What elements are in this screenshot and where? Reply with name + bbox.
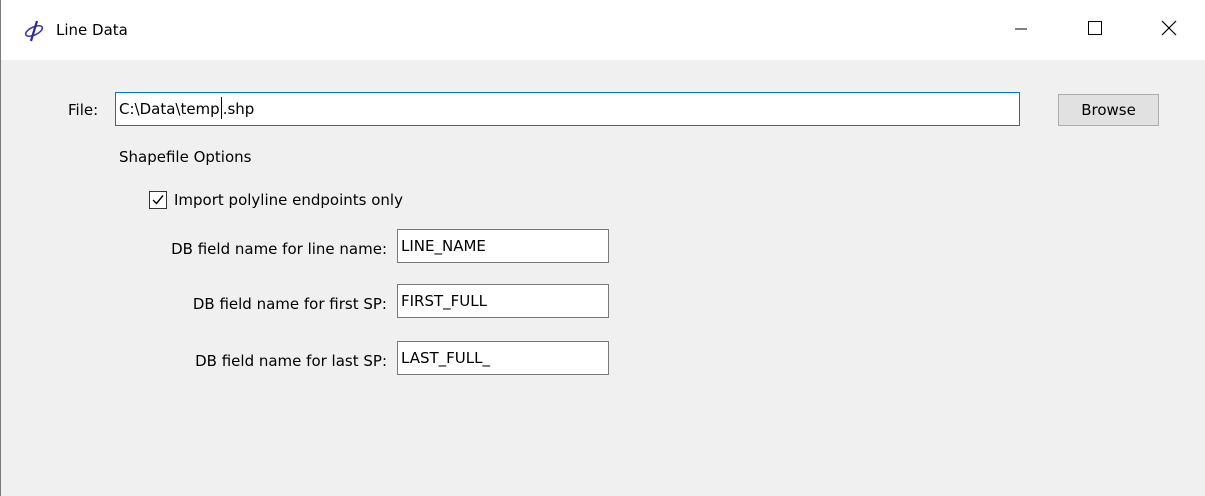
- last-sp-field-input[interactable]: LAST_FULL_: [397, 341, 609, 375]
- close-button[interactable]: [1141, 0, 1197, 60]
- shapefile-options-heading: Shapefile Options: [119, 148, 252, 166]
- file-path-text-before-caret: C:\Data\temp: [119, 100, 220, 118]
- first-sp-field-input[interactable]: FIRST_FULL: [397, 284, 609, 318]
- app-icon: [23, 20, 45, 42]
- import-endpoints-checkbox[interactable]: [149, 191, 167, 209]
- line-name-field-input[interactable]: LINE_NAME: [397, 229, 609, 263]
- file-path-input[interactable]: C:\Data\temp .shp: [115, 92, 1020, 126]
- line-name-field-label: DB field name for line name:: [171, 240, 387, 258]
- line-data-window: Line Data File: C:\Data\temp .shp Browse …: [0, 0, 1205, 496]
- file-path-text-after-caret: .shp: [222, 100, 255, 118]
- window-title: Line Data: [56, 21, 128, 39]
- minimize-button[interactable]: [993, 0, 1049, 60]
- text-caret: [220, 97, 222, 119]
- last-sp-field-label: DB field name for last SP:: [195, 352, 387, 370]
- first-sp-field-label: DB field name for first SP:: [192, 295, 387, 313]
- browse-button[interactable]: Browse: [1058, 94, 1159, 126]
- title-bar[interactable]: Line Data: [1, 0, 1205, 60]
- maximize-icon: [1088, 21, 1102, 39]
- maximize-button[interactable]: [1067, 0, 1123, 60]
- minimize-icon: [1015, 21, 1027, 39]
- checkmark-icon: [152, 195, 164, 205]
- import-endpoints-label[interactable]: Import polyline endpoints only: [174, 190, 403, 210]
- close-icon: [1161, 20, 1177, 40]
- file-label: File:: [68, 101, 99, 119]
